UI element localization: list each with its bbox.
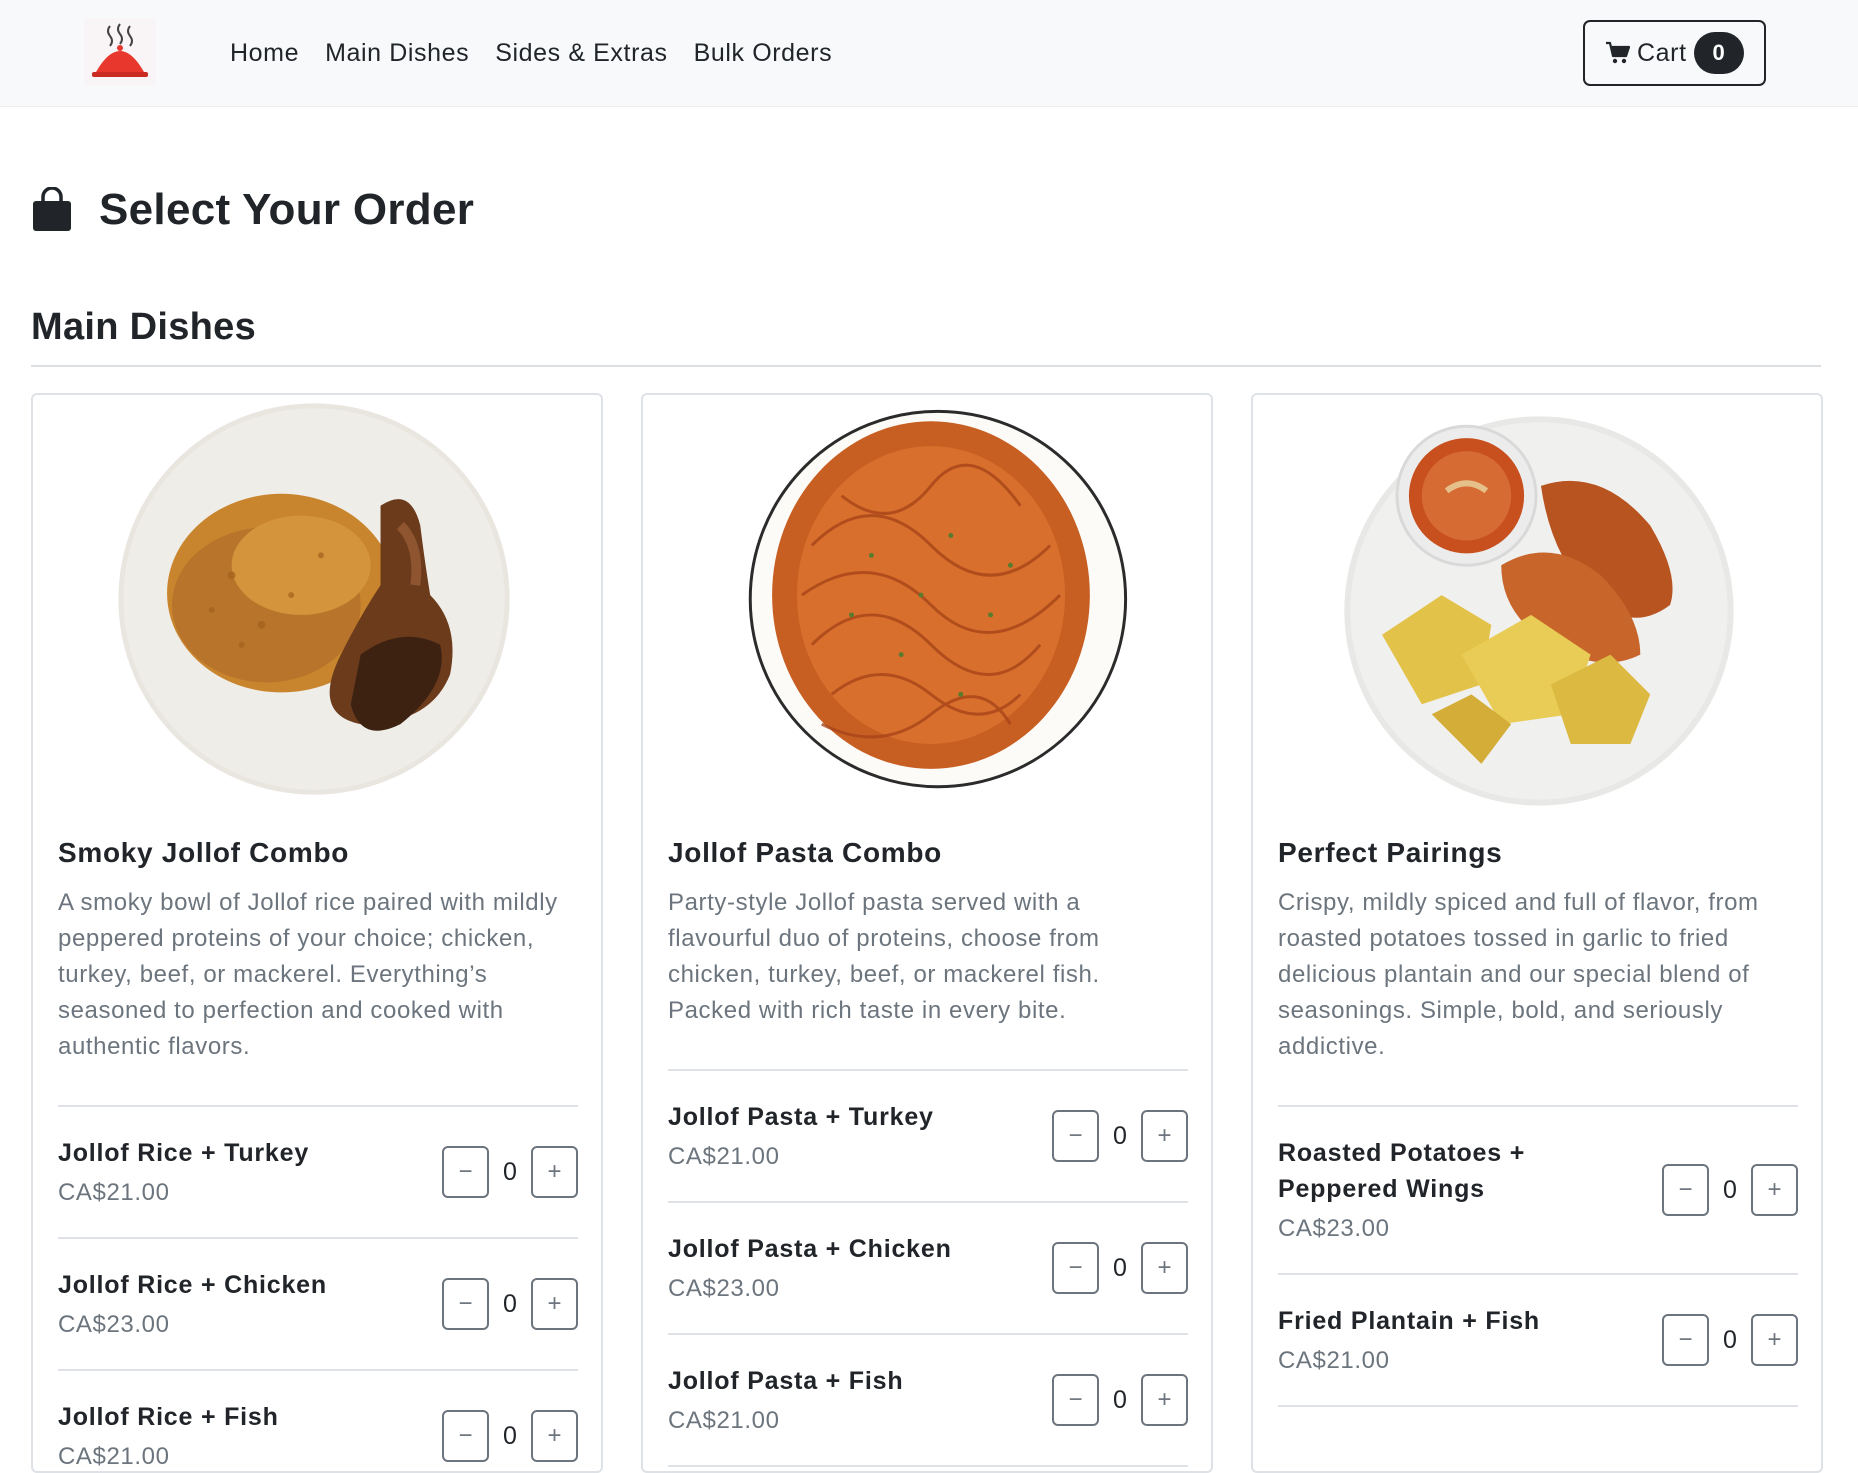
jollof-pasta-image bbox=[748, 409, 1128, 789]
card-description: Crispy, mildly spiced and full of flavor… bbox=[1278, 889, 1759, 1060]
nav-main-dishes[interactable]: Main Dishes bbox=[325, 39, 469, 68]
cart-button[interactable]: Cart 0 bbox=[1583, 20, 1766, 86]
increase-button[interactable]: + bbox=[1141, 1242, 1188, 1294]
decrease-button[interactable]: − bbox=[1052, 1374, 1099, 1426]
option-name: Jollof Pasta + Turkey bbox=[668, 1103, 934, 1131]
option-name: Jollof Pasta + Chicken bbox=[668, 1235, 952, 1263]
navbar: Home Main Dishes Sides & Extras Bulk Ord… bbox=[0, 0, 1858, 107]
section-divider bbox=[31, 365, 1821, 367]
quantity-value: 0 bbox=[503, 1157, 517, 1186]
increase-button[interactable]: + bbox=[1141, 1374, 1188, 1426]
quantity-stepper: − 0 + bbox=[1662, 1314, 1798, 1366]
card-body: Perfect Pairings Crispy, mildly spiced a… bbox=[1278, 835, 1798, 1407]
quantity-value: 0 bbox=[503, 1421, 517, 1450]
card-title: Perfect Pairings bbox=[1278, 837, 1503, 868]
nav-links: Home Main Dishes Sides & Extras Bulk Ord… bbox=[230, 0, 832, 107]
increase-button[interactable]: + bbox=[531, 1146, 578, 1198]
option-name: Jollof Pasta + Fish bbox=[668, 1367, 904, 1395]
section-title: Main Dishes bbox=[31, 306, 257, 348]
product-card-smoky-jollof: Smoky Jollof Combo A smoky bowl of Jollo… bbox=[31, 393, 603, 1473]
product-card-perfect-pairings: Perfect Pairings Crispy, mildly spiced a… bbox=[1251, 393, 1823, 1473]
decrease-button[interactable]: − bbox=[1662, 1314, 1709, 1366]
option-name: Jollof Rice + Fish bbox=[58, 1403, 279, 1431]
quantity-stepper: − 0 + bbox=[442, 1146, 578, 1198]
option-name: Fried Plantain + Fish bbox=[1278, 1307, 1540, 1335]
quantity-stepper: − 0 + bbox=[1052, 1110, 1188, 1162]
quantity-value: 0 bbox=[1113, 1253, 1127, 1282]
brand-logo[interactable] bbox=[84, 18, 156, 86]
perfect-pairings-image bbox=[1344, 416, 1734, 806]
nav-home[interactable]: Home bbox=[230, 39, 299, 68]
option-row: Fried Plantain + Fish CA$21.00 − 0 + bbox=[1278, 1275, 1798, 1407]
quantity-stepper: − 0 + bbox=[442, 1410, 578, 1462]
decrease-button[interactable]: − bbox=[1052, 1242, 1099, 1294]
option-name: Roasted Potatoes + Peppered Wings bbox=[1278, 1139, 1526, 1203]
decrease-button[interactable]: − bbox=[1052, 1110, 1099, 1162]
quantity-value: 0 bbox=[1113, 1121, 1127, 1150]
card-body: Jollof Pasta Combo Party-style Jollof pa… bbox=[668, 835, 1188, 1467]
option-row: Jollof Rice + Turkey CA$21.00 − 0 + bbox=[58, 1107, 578, 1239]
quantity-stepper: − 0 + bbox=[442, 1278, 578, 1330]
quantity-stepper: − 0 + bbox=[1052, 1242, 1188, 1294]
decrease-button[interactable]: − bbox=[442, 1278, 489, 1330]
nav-sides-extras[interactable]: Sides & Extras bbox=[495, 39, 667, 68]
quantity-stepper: − 0 + bbox=[1052, 1374, 1188, 1426]
quantity-value: 0 bbox=[1113, 1385, 1127, 1414]
increase-button[interactable]: + bbox=[531, 1410, 578, 1462]
increase-button[interactable]: + bbox=[1141, 1110, 1188, 1162]
increase-button[interactable]: + bbox=[1751, 1164, 1798, 1216]
option-name: Jollof Rice + Chicken bbox=[58, 1271, 327, 1299]
cart-label: Cart bbox=[1637, 38, 1687, 67]
jollof-rice-image bbox=[118, 403, 510, 795]
quantity-value: 0 bbox=[503, 1289, 517, 1318]
quantity-value: 0 bbox=[1723, 1325, 1737, 1354]
cart-icon bbox=[1606, 41, 1631, 64]
quantity-stepper: − 0 + bbox=[1662, 1164, 1798, 1216]
decrease-button[interactable]: − bbox=[442, 1410, 489, 1462]
nav-bulk-orders[interactable]: Bulk Orders bbox=[694, 39, 833, 68]
page-header: Select Your Order bbox=[31, 180, 474, 240]
option-row: Jollof Pasta + Fish CA$21.00 − 0 + bbox=[668, 1335, 1188, 1467]
decrease-button[interactable]: − bbox=[442, 1146, 489, 1198]
increase-button[interactable]: + bbox=[1751, 1314, 1798, 1366]
option-row: Jollof Pasta + Turkey CA$21.00 − 0 + bbox=[668, 1071, 1188, 1203]
shopping-bag-icon bbox=[33, 187, 71, 231]
option-price: CA$23.00 bbox=[1278, 1215, 1390, 1242]
option-row: Jollof Pasta + Chicken CA$23.00 − 0 + bbox=[668, 1203, 1188, 1335]
product-card-jollof-pasta: Jollof Pasta Combo Party-style Jollof pa… bbox=[641, 393, 1213, 1473]
card-title: Smoky Jollof Combo bbox=[58, 837, 350, 868]
card-description: A smoky bowl of Jollof rice paired with … bbox=[58, 889, 558, 1060]
decrease-button[interactable]: − bbox=[1662, 1164, 1709, 1216]
card-body: Smoky Jollof Combo A smoky bowl of Jollo… bbox=[58, 835, 578, 1471]
increase-button[interactable]: + bbox=[531, 1278, 578, 1330]
page-title: Select Your Order bbox=[99, 185, 475, 234]
option-name: Jollof Rice + Turkey bbox=[58, 1139, 310, 1167]
option-row: Jollof Rice + Fish CA$21.00 − 0 + bbox=[58, 1371, 578, 1471]
cart-count-badge: 0 bbox=[1693, 32, 1744, 74]
card-description: Party-style Jollof pasta served with a f… bbox=[668, 889, 1100, 1024]
option-row: Roasted Potatoes + Peppered Wings CA$23.… bbox=[1278, 1107, 1798, 1275]
option-row: Jollof Rice + Chicken CA$23.00 − 0 + bbox=[58, 1239, 578, 1371]
quantity-value: 0 bbox=[1723, 1175, 1737, 1204]
card-title: Jollof Pasta Combo bbox=[668, 837, 942, 868]
